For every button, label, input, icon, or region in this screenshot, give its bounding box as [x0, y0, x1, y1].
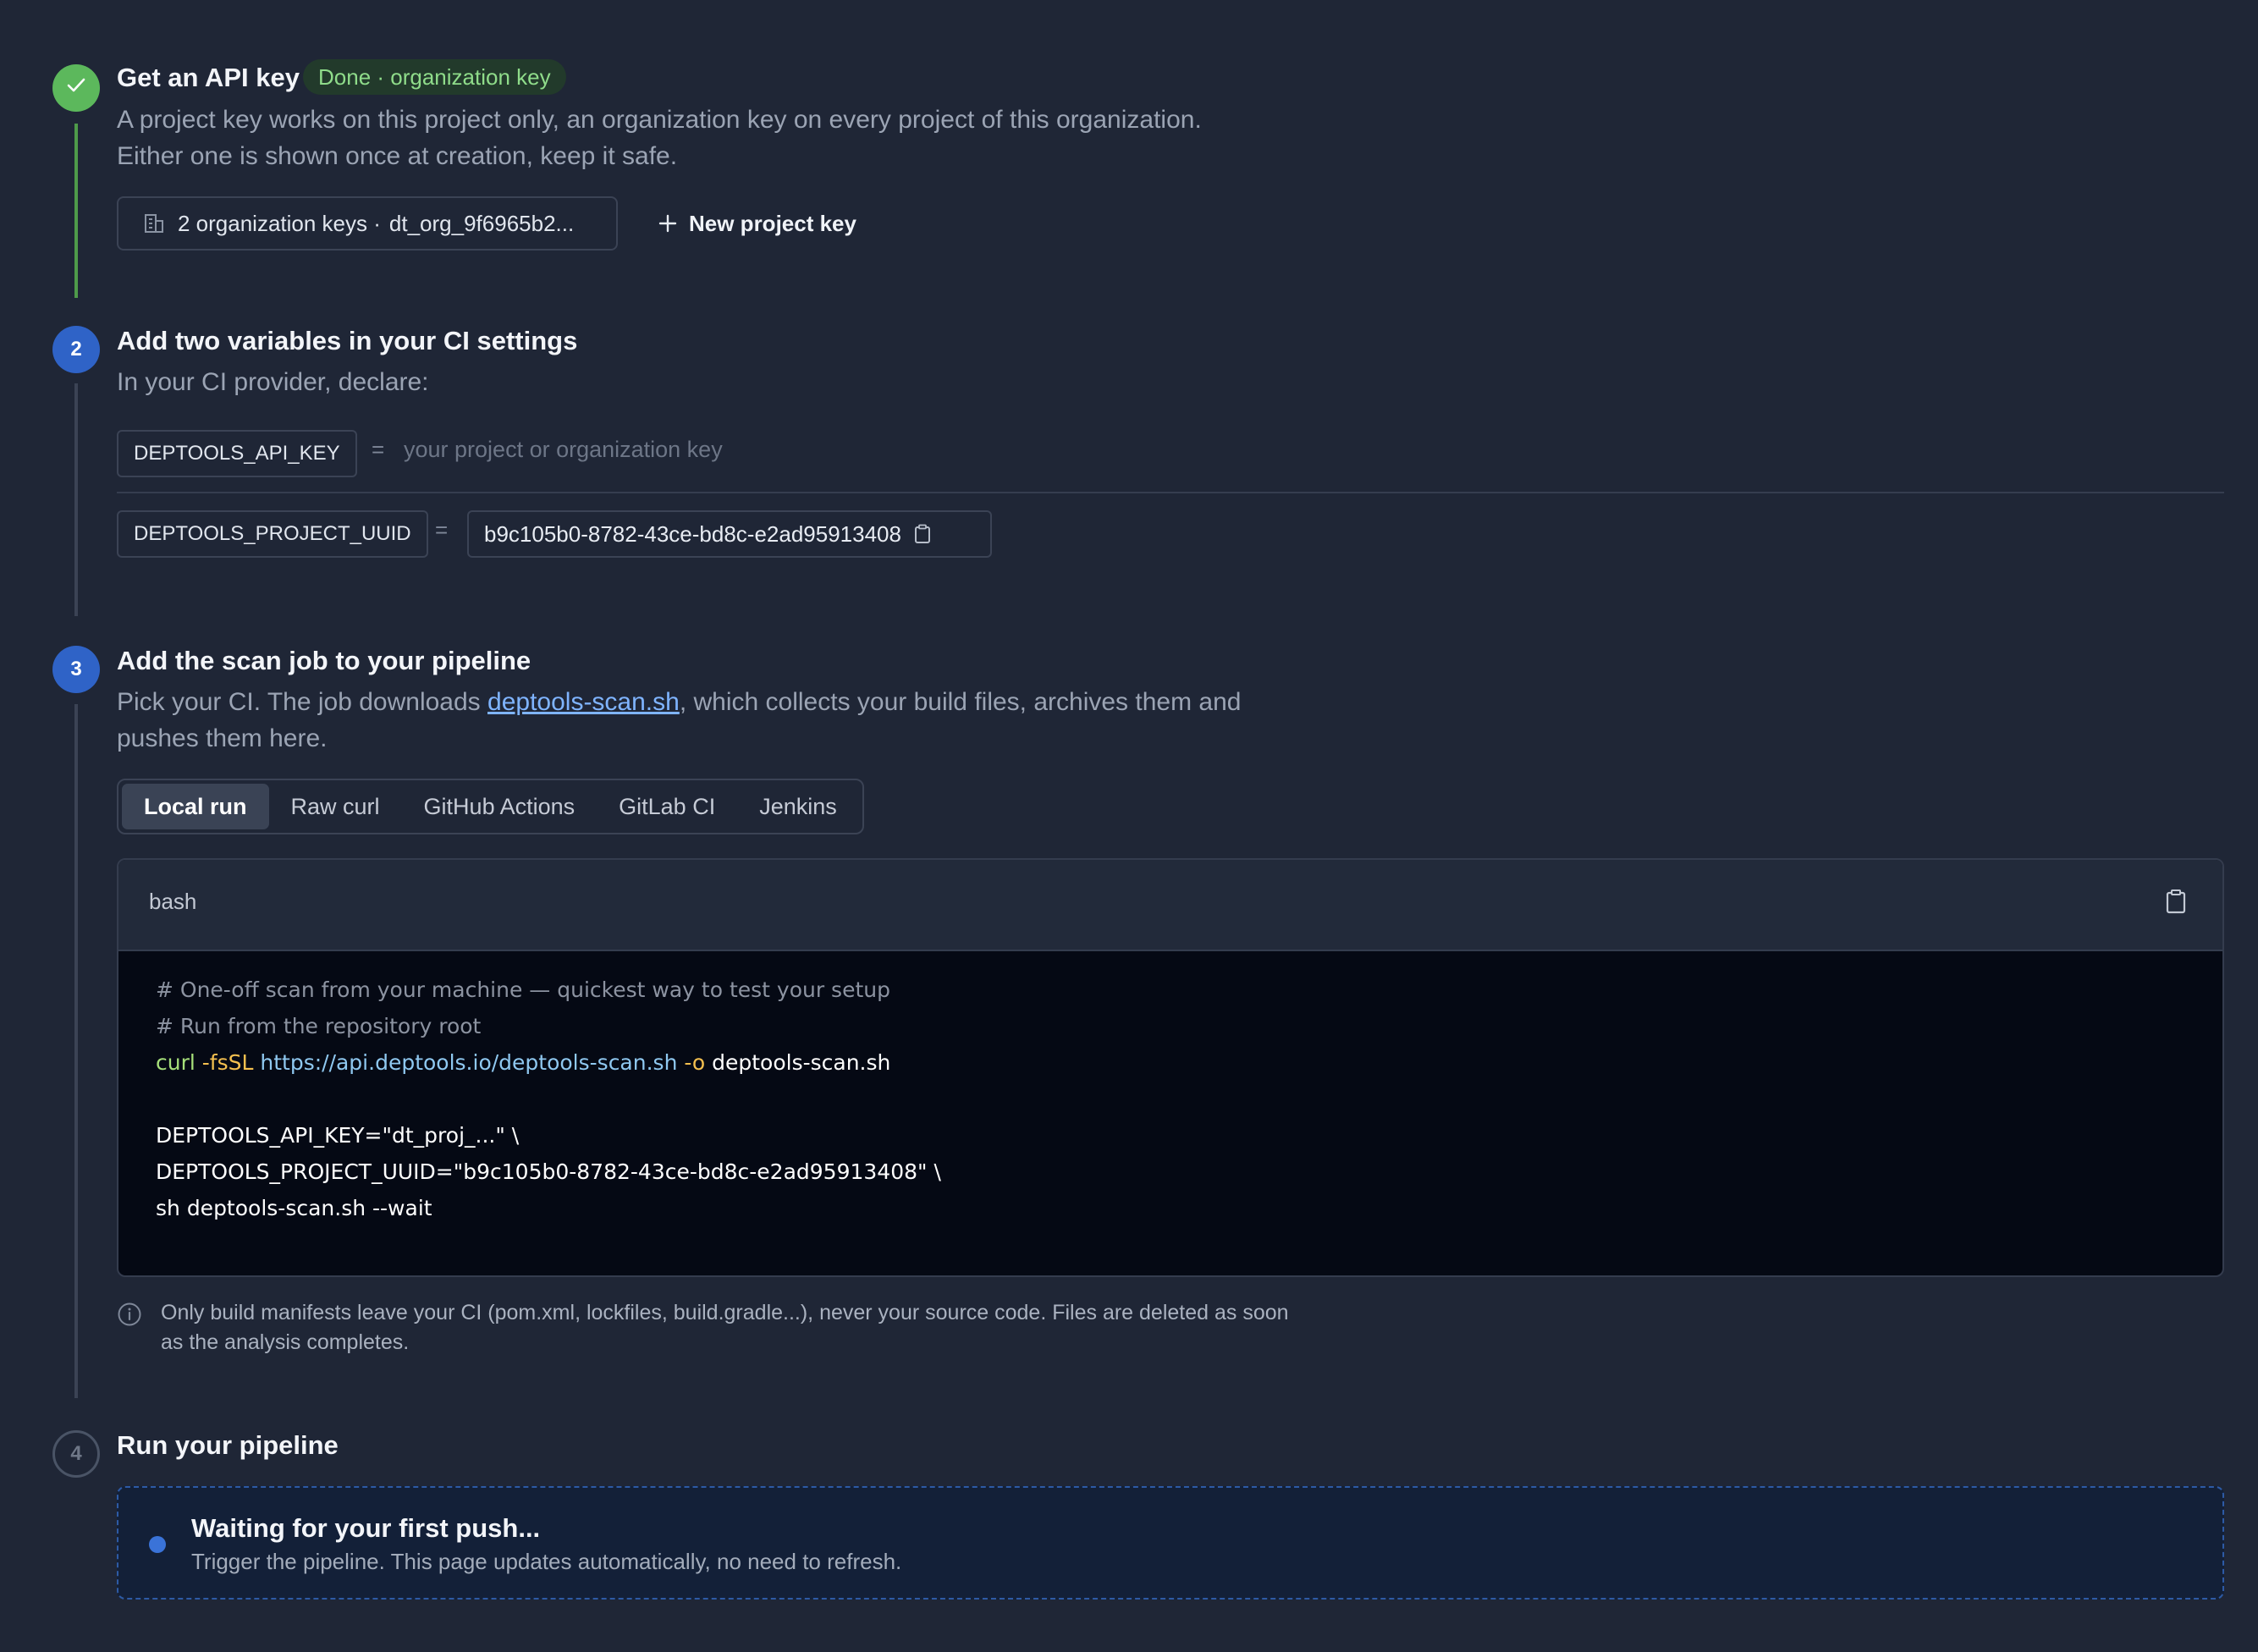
- step-1-description-line1: A project key works on this project only…: [117, 106, 1202, 134]
- tab-jenkins[interactable]: Jenkins: [737, 784, 859, 829]
- tab-gitlab-ci[interactable]: GitLab CI: [597, 784, 737, 829]
- description-text: , which collects your build files, archi…: [679, 688, 1242, 716]
- step-3-number: 3: [52, 646, 100, 693]
- code-comment: # Run from the repository root: [156, 1014, 482, 1038]
- step-4-title: Run your pipeline: [117, 1430, 339, 1460]
- step-2-rail: [74, 383, 78, 616]
- privacy-note-line1: Only build manifests leave your CI (pom.…: [161, 1301, 1289, 1324]
- step-2-description: In your CI provider, declare:: [117, 368, 429, 396]
- privacy-note: Only build manifests leave your CI (pom.…: [117, 1298, 1289, 1357]
- plus-icon: [657, 212, 679, 234]
- description-text: Pick your CI. The job downloads: [117, 688, 488, 716]
- status-badge: Done · organization key: [303, 59, 566, 95]
- ci-provider-tabs: Local run Raw curl GitHub Actions GitLab…: [117, 779, 864, 834]
- waiting-for-push-panel: Waiting for your first push... Trigger t…: [117, 1486, 2224, 1600]
- code-url: https://api.deptools.io/deptools-scan.sh: [260, 1050, 678, 1075]
- divider: [117, 492, 2224, 493]
- code-content[interactable]: # One-off scan from your machine — quick…: [118, 951, 2222, 1226]
- step-3-description-line2: pushes them here.: [117, 724, 328, 752]
- step-1-description-line2: Either one is shown once at creation, ke…: [117, 142, 678, 170]
- organization-keys-dropdown[interactable]: 2 organization keys · dt_org_9f6965b2...: [117, 196, 618, 251]
- step-3-description-line1: Pick your CI. The job downloads deptools…: [117, 684, 1241, 720]
- code-flag: -fsSL: [195, 1050, 261, 1075]
- step-2-number: 2: [52, 326, 100, 373]
- organization-keys-count: 2 organization keys ·: [178, 210, 381, 236]
- privacy-note-text: Only build manifests leave your CI (pom.…: [161, 1298, 1289, 1357]
- step-1-done-indicator: [52, 64, 100, 112]
- variable-name-api-key[interactable]: DEPTOOLS_API_KEY: [117, 430, 357, 477]
- code-env-project-uuid: DEPTOOLS_PROJECT_UUID="b9c105b0-8782-43c…: [156, 1159, 941, 1184]
- clipboard-icon[interactable]: [913, 524, 932, 544]
- code-comment: # One-off scan from your machine — quick…: [156, 977, 890, 1002]
- organization-key-preview: dt_org_9f6965b2...: [388, 210, 575, 236]
- building-icon: [142, 212, 166, 235]
- code-block-header: bash: [118, 860, 2222, 951]
- equals-sign: =: [372, 437, 385, 462]
- deptools-scan-link[interactable]: deptools-scan.sh: [487, 688, 680, 716]
- new-project-key-label: New project key: [689, 210, 856, 236]
- tab-github-actions[interactable]: GitHub Actions: [402, 784, 598, 829]
- project-uuid-text: b9c105b0-8782-43ce-bd8c-e2ad95913408: [484, 520, 901, 547]
- project-uuid-value[interactable]: b9c105b0-8782-43ce-bd8c-e2ad95913408: [467, 510, 992, 558]
- clipboard-icon[interactable]: [2165, 889, 2187, 918]
- info-icon: [117, 1302, 147, 1331]
- privacy-note-line2: as the analysis completes.: [161, 1330, 410, 1354]
- code-run-command: sh deptools-scan.sh --wait: [156, 1196, 432, 1220]
- tab-local-run[interactable]: Local run: [122, 784, 269, 829]
- step-4-number: 4: [52, 1430, 100, 1478]
- api-key-value-placeholder: your project or organization key: [404, 437, 723, 462]
- step-1-rail: [74, 124, 78, 298]
- waiting-title: Waiting for your first push...: [191, 1513, 541, 1543]
- pending-status-dot: [149, 1536, 166, 1553]
- code-env-api-key: DEPTOOLS_API_KEY="dt_proj_..." \: [156, 1123, 520, 1148]
- step-2-title: Add two variables in your CI settings: [117, 326, 578, 355]
- code-output-file: deptools-scan.sh: [712, 1050, 891, 1075]
- waiting-subtitle: Trigger the pipeline. This page updates …: [191, 1549, 902, 1574]
- new-project-key-button[interactable]: New project key: [657, 196, 856, 251]
- code-command: curl: [156, 1050, 196, 1075]
- code-language-label: bash: [149, 889, 197, 914]
- code-curl-line: curl -fsSL https://api.deptools.io/depto…: [156, 1044, 2222, 1081]
- step-1-title: Get an API key: [117, 63, 300, 92]
- step-3-title: Add the scan job to your pipeline: [117, 646, 531, 675]
- equals-sign: =: [435, 517, 449, 542]
- check-icon: [65, 74, 87, 102]
- variable-name-project-uuid[interactable]: DEPTOOLS_PROJECT_UUID: [117, 510, 428, 558]
- code-block: bash # One-off scan from your machine — …: [117, 858, 2224, 1277]
- code-flag: -o: [677, 1050, 713, 1075]
- tab-raw-curl[interactable]: Raw curl: [269, 784, 402, 829]
- onboarding-steps: Get an API key Done · organization key A…: [0, 0, 2258, 1652]
- step-3-rail: [74, 704, 78, 1398]
